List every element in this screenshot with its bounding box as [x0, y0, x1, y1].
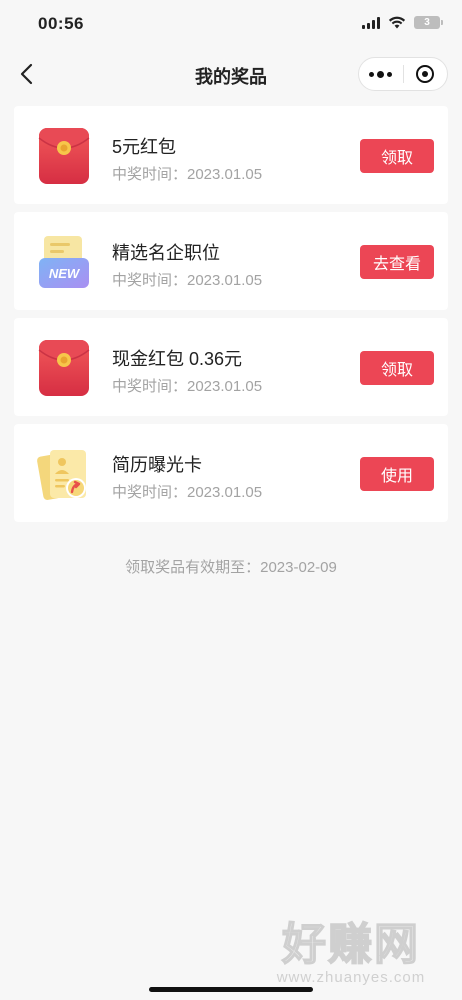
more-dots-icon — [369, 71, 375, 77]
close-mini-program-button[interactable] — [404, 58, 448, 90]
more-dots-icon — [387, 71, 393, 77]
status-time: 00:56 — [38, 14, 84, 33]
watermark-logo: 好赚网 — [281, 920, 420, 969]
more-options-button[interactable] — [359, 58, 403, 90]
resume-card-icon — [37, 450, 86, 500]
prize-name: 5元红包 — [112, 137, 177, 157]
prize-name: 简历曝光卡 — [112, 455, 202, 475]
prize-name: 精选名企职位 — [112, 243, 220, 263]
view-button[interactable]: 去查看 — [360, 245, 434, 279]
mini-program-capsule — [358, 57, 448, 91]
new-folder-icon: NEW — [39, 236, 89, 288]
claim-button[interactable]: 领取 — [360, 351, 434, 385]
wifi-icon — [388, 16, 406, 29]
red-envelope-icon — [38, 340, 90, 396]
signal-icon — [362, 16, 380, 29]
watermark-url: www.zhuanyes.com — [276, 969, 426, 986]
target-icon — [416, 65, 435, 83]
home-indicator — [149, 987, 313, 992]
prize-item: 简历曝光卡 中奖时间：2023.01.05 使用 — [14, 424, 448, 522]
nav-bar: 我的奖品 — [0, 48, 462, 100]
prize-time: 中奖时间：2023.01.05 — [112, 166, 263, 183]
prize-list: 5元红包 中奖时间：2023.01.05 领取 NEW 精选名企职位 中奖时间：… — [14, 106, 448, 530]
prize-item: 5元红包 中奖时间：2023.01.05 领取 — [14, 106, 448, 204]
prize-item: 现金红包 0.36元 中奖时间：2023.01.05 领取 — [14, 318, 448, 416]
watermark: 好赚网 www.zhuanyes.com — [260, 920, 442, 986]
claim-button[interactable]: 领取 — [360, 139, 434, 173]
prize-item: NEW 精选名企职位 中奖时间：2023.01.05 去查看 — [14, 212, 448, 310]
prize-time: 中奖时间：2023.01.05 — [112, 272, 263, 289]
use-button[interactable]: 使用 — [360, 457, 434, 491]
prize-time: 中奖时间：2023.01.05 — [112, 484, 263, 501]
expiry-note: 领取奖品有效期至：2023-02-09 — [125, 559, 337, 576]
battery-icon: 3 — [414, 16, 443, 29]
red-envelope-icon — [38, 128, 90, 184]
status-icons: 3 — [362, 16, 443, 29]
more-dots-icon — [377, 70, 385, 78]
prize-name: 现金红包 0.36元 — [112, 349, 243, 369]
new-badge-text: NEW — [49, 266, 81, 281]
prize-time: 中奖时间：2023.01.05 — [112, 378, 263, 395]
status-bar: 00:56 3 — [0, 0, 462, 48]
